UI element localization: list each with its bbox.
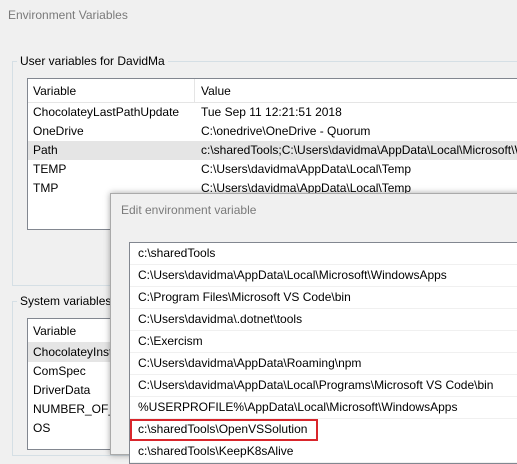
user-var-value: Tue Sep 11 12:21:51 2018 bbox=[201, 105, 342, 119]
user-list-header: Variable Value bbox=[28, 79, 517, 103]
user-var-row[interactable]: OneDrive C:\onedrive\OneDrive - Quorum bbox=[28, 122, 517, 141]
path-entry[interactable]: C:\Program Files\Microsoft VS Code\bin bbox=[130, 287, 517, 309]
window-title: Environment Variables bbox=[8, 8, 128, 22]
path-entry[interactable]: C:\Users\davidma\AppData\Local\Programs\… bbox=[130, 375, 517, 397]
path-entry[interactable]: c:\sharedTools bbox=[130, 243, 517, 265]
user-var-value: C:\Users\davidma\AppData\Local\Temp bbox=[201, 162, 412, 176]
system-var-name: OS bbox=[33, 421, 51, 435]
dialog-title: Edit environment variable bbox=[121, 203, 257, 217]
path-entry[interactable]: C:\Exercism bbox=[130, 331, 517, 353]
edit-env-variable-dialog: Edit environment variable c:\sharedTools… bbox=[110, 193, 517, 464]
column-divider[interactable] bbox=[194, 79, 195, 102]
user-var-row[interactable]: ChocolateyLastPathUpdate Tue Sep 11 12:2… bbox=[28, 103, 517, 122]
path-entry[interactable]: C:\Users\davidma\AppData\Roaming\npm bbox=[130, 353, 517, 375]
system-var-name: ChocolateyInsta bbox=[33, 345, 120, 359]
path-entry[interactable]: C:\Users\davidma\AppData\Local\Microsoft… bbox=[130, 265, 517, 287]
path-entries-list[interactable]: c:\sharedTools C:\Users\davidma\AppData\… bbox=[129, 242, 517, 464]
system-var-name: DriverData bbox=[33, 383, 91, 397]
column-header-variable[interactable]: Variable bbox=[33, 84, 76, 98]
user-var-row[interactable]: TEMP C:\Users\davidma\AppData\Local\Temp bbox=[28, 160, 517, 179]
column-header-value[interactable]: Value bbox=[201, 84, 231, 98]
user-var-name: TEMP bbox=[33, 162, 67, 176]
user-var-name: TMP bbox=[33, 181, 59, 195]
user-var-name: ChocolateyLastPathUpdate bbox=[33, 105, 180, 119]
path-entry[interactable]: c:\sharedTools\KeepK8sAlive bbox=[130, 441, 517, 463]
user-variables-label: User variables for DavidMa bbox=[20, 54, 165, 68]
path-entry-highlighted[interactable]: c:\sharedTools\OpenVSSolution bbox=[130, 419, 318, 441]
column-header-variable[interactable]: Variable bbox=[33, 324, 76, 338]
user-var-name: Path bbox=[33, 143, 58, 157]
path-entry[interactable]: C:\Users\davidma\.dotnet\tools bbox=[130, 309, 517, 331]
user-var-value: C:\onedrive\OneDrive - Quorum bbox=[201, 124, 371, 138]
path-entry[interactable]: %USERPROFILE%\AppData\Local\Microsoft\Wi… bbox=[130, 397, 517, 419]
system-var-name: ComSpec bbox=[33, 364, 86, 378]
user-var-value: c:\sharedTools;C:\Users\davidma\AppData\… bbox=[201, 143, 517, 157]
user-var-row-selected[interactable]: Path c:\sharedTools;C:\Users\davidma\App… bbox=[28, 141, 517, 160]
user-var-name: OneDrive bbox=[33, 124, 84, 138]
system-variables-label: System variables bbox=[20, 294, 112, 308]
